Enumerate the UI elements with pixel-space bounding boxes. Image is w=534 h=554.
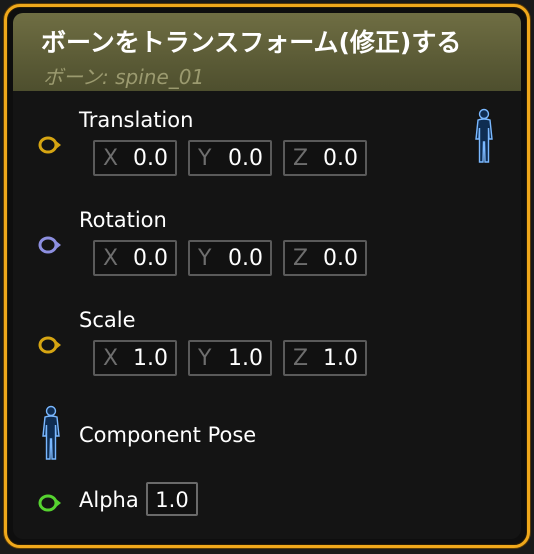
output-pose-pin-icon[interactable] <box>473 108 495 164</box>
axis-label-y: Y <box>198 246 212 271</box>
scale-z-field[interactable]: Z 1.0 <box>283 340 367 376</box>
rotation-z-field[interactable]: Z 0.0 <box>283 240 367 276</box>
axis-label-x: X <box>103 146 119 171</box>
component-pose-pin-icon[interactable] <box>40 405 62 461</box>
transform-bone-node[interactable]: ボーンをトランスフォーム(修正)する ボーン: spine_01 <box>4 4 530 548</box>
component-pose-label: Component Pose <box>79 423 257 447</box>
node-header[interactable]: ボーンをトランスフォーム(修正)する ボーン: spine_01 <box>13 13 521 91</box>
alpha-input[interactable]: 1.0 <box>146 482 198 516</box>
translation-label: Translation <box>79 108 194 132</box>
axis-label-z: Z <box>293 146 309 171</box>
alpha-label: Alpha <box>79 488 139 512</box>
scale-z-value: 1.0 <box>323 346 358 371</box>
translation-x-field[interactable]: X 0.0 <box>93 140 177 176</box>
axis-label-z: Z <box>293 246 309 271</box>
rotation-label: Rotation <box>79 208 167 232</box>
scale-label: Scale <box>79 308 136 332</box>
translation-pin-icon[interactable] <box>38 136 62 154</box>
axis-label-x: X <box>103 346 119 371</box>
axis-label-x: X <box>103 246 119 271</box>
rotation-z-value: 0.0 <box>323 246 358 271</box>
rotation-pin-icon[interactable] <box>38 236 62 254</box>
rotation-x-value: 0.0 <box>133 246 168 271</box>
axis-label-z: Z <box>293 346 309 371</box>
alpha-value: 1.0 <box>155 488 189 512</box>
rotation-x-field[interactable]: X 0.0 <box>93 240 177 276</box>
axis-label-y: Y <box>198 346 212 371</box>
translation-y-field[interactable]: Y 0.0 <box>188 140 272 176</box>
translation-x-value: 0.0 <box>133 146 168 171</box>
node-body: ボーンをトランスフォーム(修正)する ボーン: spine_01 <box>13 13 521 539</box>
rotation-y-field[interactable]: Y 0.0 <box>188 240 272 276</box>
scale-y-field[interactable]: Y 1.0 <box>188 340 272 376</box>
node-subtitle: ボーン: spine_01 <box>43 65 205 89</box>
axis-label-y: Y <box>198 146 212 171</box>
scale-pin-icon[interactable] <box>38 336 62 354</box>
alpha-pin-icon[interactable] <box>38 494 62 512</box>
rotation-y-value: 0.0 <box>228 246 263 271</box>
translation-z-value: 0.0 <box>323 146 358 171</box>
translation-y-value: 0.0 <box>228 146 263 171</box>
scale-x-value: 1.0 <box>133 346 168 371</box>
node-title: ボーンをトランスフォーム(修正)する <box>41 28 462 57</box>
scale-x-field[interactable]: X 1.0 <box>93 340 177 376</box>
translation-z-field[interactable]: Z 0.0 <box>283 140 367 176</box>
scale-y-value: 1.0 <box>228 346 263 371</box>
